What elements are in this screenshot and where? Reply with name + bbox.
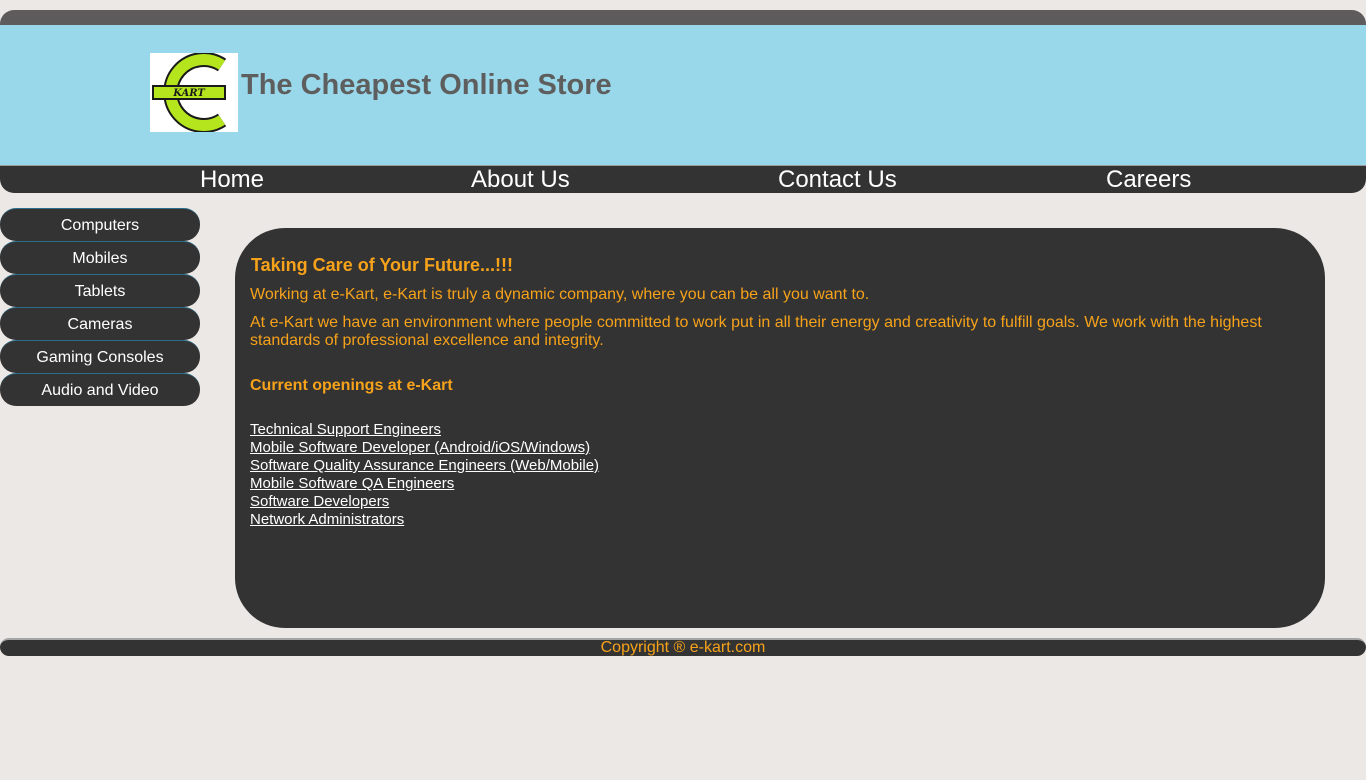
careers-description: At e-Kart we have an environment where p… (250, 314, 1262, 349)
sidebar-item-gaming-consoles[interactable]: Gaming Consoles (0, 340, 200, 373)
job-link[interactable]: Mobile Software Developer (Android/iOS/W… (250, 439, 590, 457)
careers-heading: Taking Care of Your Future...!!! (251, 255, 514, 275)
site-title: The Cheapest Online Store (241, 69, 612, 101)
nav-about-us[interactable]: About Us (471, 166, 570, 193)
site-footer: Copyright ® e-kart.com (0, 638, 1366, 656)
category-sidebar: Computers Mobiles Tablets Cameras Gaming… (0, 208, 200, 406)
job-link[interactable]: Technical Support Engineers (250, 421, 441, 439)
copyright-text: Copyright ® e-kart.com (600, 639, 766, 656)
sidebar-item-mobiles[interactable]: Mobiles (0, 241, 200, 274)
job-link[interactable]: Software Developers (250, 493, 389, 511)
sidebar-item-cameras[interactable]: Cameras (0, 307, 200, 340)
openings-heading: Current openings at e-Kart (250, 377, 453, 394)
top-strip (0, 10, 1366, 26)
ekart-logo-icon: KART (152, 52, 227, 133)
nav-home[interactable]: Home (200, 166, 264, 193)
careers-panel: Taking Care of Your Future...!!! Working… (235, 228, 1325, 628)
openings-list: Technical Support Engineers Mobile Softw… (250, 421, 1310, 529)
sidebar-item-audio-and-video[interactable]: Audio and Video (0, 373, 200, 406)
sidebar-item-tablets[interactable]: Tablets (0, 274, 200, 307)
sidebar-item-computers[interactable]: Computers (0, 208, 200, 241)
job-link[interactable]: Network Administrators (250, 511, 404, 529)
job-link[interactable]: Software Quality Assurance Engineers (We… (250, 457, 599, 475)
careers-intro: Working at e-Kart, e-Kart is truly a dyn… (250, 286, 870, 303)
ekart-logo[interactable]: KART (150, 52, 238, 133)
main-nav: Home About Us Contact Us Careers (0, 165, 1366, 193)
nav-careers[interactable]: Careers (1106, 166, 1191, 193)
site-header: KART The Cheapest Online Store (0, 25, 1366, 165)
logo-text: KART (172, 88, 206, 99)
job-link[interactable]: Mobile Software QA Engineers (250, 475, 454, 493)
nav-contact-us[interactable]: Contact Us (778, 166, 897, 193)
